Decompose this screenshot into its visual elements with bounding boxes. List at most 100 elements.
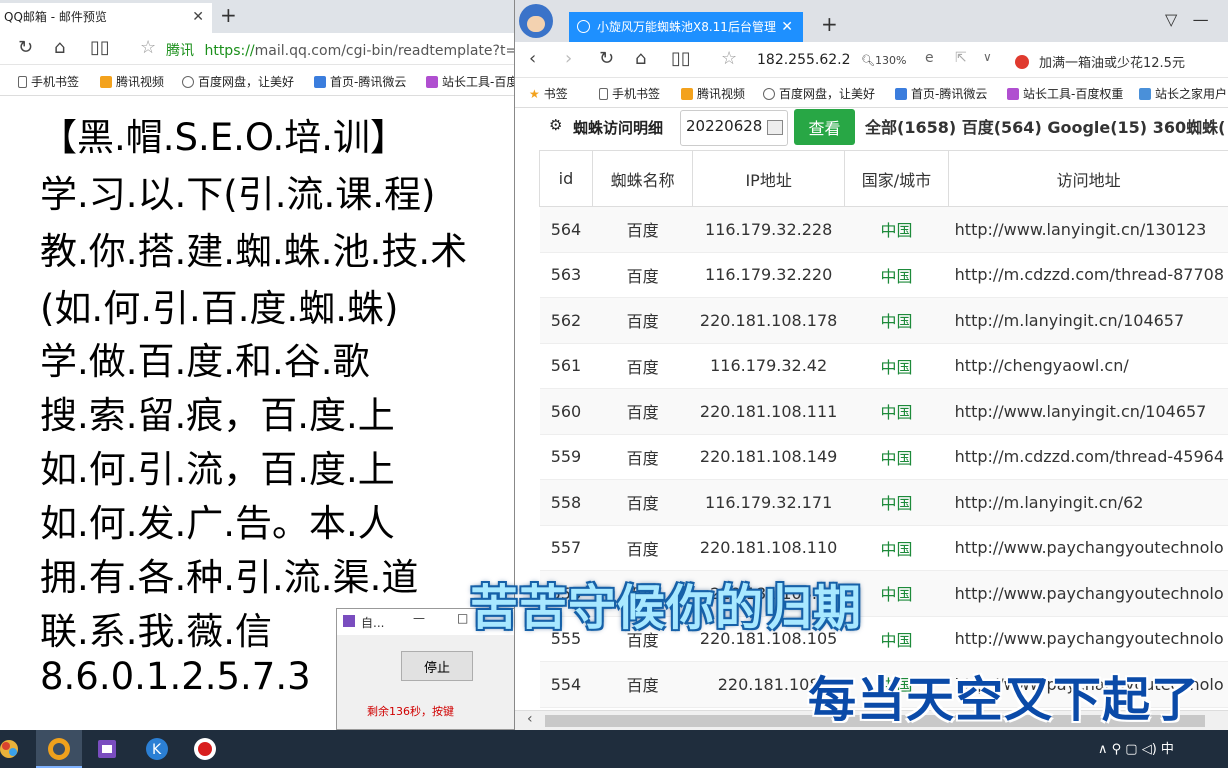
column-header-url[interactable]: 访问地址 (949, 151, 1228, 207)
bookmark-item[interactable]: 百度网盘，让美好 (763, 85, 875, 102)
column-header-name[interactable]: 蜘蛛名称 (592, 151, 693, 207)
promo-line: 学.做.百.度.和.谷.歌 (40, 331, 370, 385)
promo-line: 教.你.搭.建.蜘.蛛.池.技.术 (40, 221, 467, 275)
left-browser-tab[interactable]: QQ邮箱 - 邮件预览 ✕ (0, 3, 212, 33)
cell-name: 百度 (592, 343, 693, 389)
dialog-title: 自... (361, 614, 384, 631)
left-url-field[interactable]: 腾讯 https://mail.qq.com/cgi-bin/readtempl… (166, 40, 520, 60)
right-browser-tab[interactable]: 小旋风万能蜘蛛池X8.11后台管理 ✕ (569, 12, 803, 42)
spider-counts[interactable]: 全部(1658) 百度(564) Google(15) 360蜘蛛( (865, 114, 1225, 138)
webmaster-icon (426, 76, 438, 88)
home-icon[interactable]: ⌂ (54, 37, 65, 58)
bookmark-item[interactable]: 首页-腾讯微云 (895, 85, 987, 102)
bookmark-item[interactable]: 站长之家用户 (1139, 85, 1227, 102)
cell-url[interactable]: http://www.paychangyoutechnolo (949, 571, 1228, 617)
table-row: 563百度116.179.32.220中国http://m.cdzzd.com/… (540, 252, 1228, 298)
reader-icon[interactable]: ▯▯ (671, 48, 691, 69)
recorder-taskbar-item[interactable] (182, 730, 228, 768)
zoom-level[interactable]: 🔍︎130% (861, 54, 906, 67)
minimize-icon[interactable]: — (413, 611, 425, 625)
chinaz-icon (1139, 88, 1151, 100)
maximize-icon[interactable]: □ (457, 611, 468, 625)
mobile-icon (18, 76, 27, 88)
cell-url[interactable]: http://chengyaowl.cn/ (949, 343, 1228, 389)
search-engine-icon (1015, 55, 1029, 69)
bookmark-item[interactable]: 手机书签 (599, 85, 660, 102)
ie-mode-icon[interactable]: e (925, 50, 934, 66)
k-app-icon: K (134, 730, 180, 768)
svg-text:K: K (152, 742, 162, 758)
cell-country: 中国 (844, 343, 948, 389)
cell-url[interactable]: http://m.cdzzd.com/thread-87708 (949, 252, 1228, 298)
left-address-bar: ↻ ⌂ ▯▯ ☆ 腾讯 https://mail.qq.com/cgi-bin/… (0, 33, 520, 65)
bookmark-item[interactable]: 手机书签 (18, 73, 79, 90)
new-tab-icon[interactable]: + (821, 12, 838, 36)
promo-line: 联.系.我.薇.信 (40, 601, 272, 655)
avatar[interactable] (519, 4, 553, 38)
column-header-id[interactable]: id (540, 151, 593, 207)
cell-ip: 220.181.108.149 (693, 434, 844, 480)
video-subtitle: 苦苦守候你的归期 (470, 568, 862, 638)
share-icon[interactable]: ⇱ (955, 50, 967, 66)
column-header-country[interactable]: 国家/城市 (844, 151, 948, 207)
bookmark-item[interactable]: 百度网盘，让美好 (182, 73, 294, 90)
calendar-icon[interactable] (767, 120, 783, 135)
bookmark-item[interactable]: 首页-腾讯微云 (314, 73, 406, 90)
left-tab-title: QQ邮箱 - 邮件预览 (4, 10, 107, 24)
reload-icon[interactable]: ↻ (18, 37, 33, 58)
cell-ip: 220.181.108.111 (693, 389, 844, 435)
cell-url[interactable]: http://m.lanyingit.cn/62 (949, 480, 1228, 526)
bookmark-item[interactable]: ★书签 (529, 85, 568, 102)
system-tray[interactable]: ∧ ⚲ ▢ ◁) 中 (1098, 738, 1174, 757)
close-icon[interactable]: ✕ (781, 12, 793, 42)
right-bookmarks-bar: ★书签 手机书签 腾讯视频 百度网盘，让美好 首页-腾讯微云 站长工具-百度权重… (515, 78, 1228, 108)
date-input[interactable]: 20220628 (680, 110, 788, 146)
star-icon[interactable]: ☆ (140, 37, 156, 58)
chevron-down-icon[interactable]: ∨ (983, 50, 992, 64)
cell-url[interactable]: http://m.cdzzd.com/thread-45964 (949, 434, 1228, 480)
window-controls[interactable]: ▽ — (1165, 10, 1209, 29)
k-app-taskbar-item[interactable]: K (134, 730, 180, 768)
query-button[interactable]: 查看 (794, 109, 855, 145)
address-promo[interactable]: 加满一箱油或少花12.5元 (1015, 52, 1185, 71)
bookmark-item[interactable]: 站长工具-百度 (426, 73, 518, 90)
scroll-left-icon[interactable]: ‹ (527, 711, 533, 727)
cell-url[interactable]: http://www.lanyingit.cn/104657 (949, 389, 1228, 435)
cell-url[interactable]: http://www.paychangyoutechnolo (949, 616, 1228, 662)
bookmark-item[interactable]: 腾讯视频 (100, 73, 164, 90)
home-icon[interactable]: ⌂ (635, 48, 646, 69)
bookmark-label: 手机书签 (31, 75, 79, 89)
start-icon (0, 734, 24, 764)
browser-taskbar-item[interactable] (36, 730, 82, 768)
app-taskbar-item[interactable] (84, 730, 130, 768)
column-header-ip[interactable]: IP地址 (693, 151, 844, 207)
reader-icon[interactable]: ▯▯ (90, 37, 110, 58)
right-tab-title: 小旋风万能蜘蛛池X8.11后台管理 (597, 20, 776, 34)
star-icon[interactable]: ☆ (721, 48, 737, 69)
back-icon[interactable]: ‹ (529, 48, 536, 69)
new-tab-icon[interactable]: + (220, 3, 237, 27)
table-row: 561百度116.179.32.42中国http://chengyaowl.cn… (540, 343, 1228, 389)
stop-button[interactable]: 停止 (401, 651, 473, 681)
cell-url[interactable]: http://www.paychangyoutechnolo (949, 525, 1228, 571)
promo-line: 8.6.0.1.2.5.7.3 (40, 655, 311, 698)
cell-country: 中国 (844, 252, 948, 298)
mobile-icon (599, 88, 608, 100)
url-path: mail.qq.com/cgi-bin/readtemplate?t=c (255, 43, 520, 59)
right-tab-bar: 小旋风万能蜘蛛池X8.11后台管理 ✕ + ▽ — (515, 0, 1228, 42)
cell-url[interactable]: http://www.lanyingit.cn/130123 (949, 207, 1228, 253)
url-field[interactable]: 182.255.62.2 (757, 52, 851, 68)
promo-line: 搜.索.留.痕，百.度.上 (40, 385, 395, 439)
bookmark-item[interactable]: 站长工具-百度权重 (1007, 85, 1123, 102)
forward-icon[interactable]: › (565, 48, 572, 69)
globe-icon (577, 20, 590, 33)
close-icon[interactable]: ✕ (192, 3, 204, 31)
reload-icon[interactable]: ↻ (599, 48, 614, 69)
cell-url[interactable]: http://m.lanyingit.cn/104657 (949, 298, 1228, 344)
bookmark-item[interactable]: 腾讯视频 (681, 85, 745, 102)
promo-line: 【黑.帽.S.E.O.培.训】 (40, 107, 407, 161)
app-icon (343, 615, 355, 627)
cell-id: 558 (540, 480, 593, 526)
cell-name: 百度 (592, 480, 693, 526)
promo-line: 拥.有.各.种.引.流.渠.道 (40, 547, 418, 601)
